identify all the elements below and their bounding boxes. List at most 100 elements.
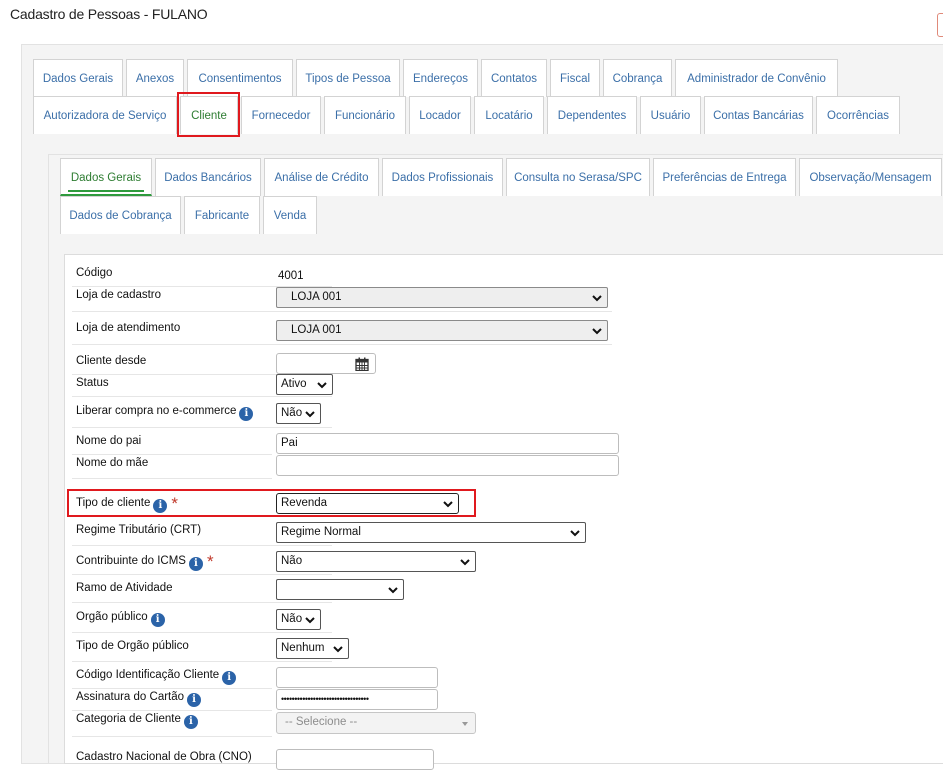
status-select[interactable]: Ativo <box>276 374 333 395</box>
divider <box>72 478 272 479</box>
regime-tributario-select[interactable]: Regime Normal <box>276 522 586 543</box>
loja-cadastro-select[interactable]: LOJA 001 <box>276 287 608 308</box>
divider <box>72 545 332 546</box>
codigo-identificacao-label: Código Identificação Cliente i <box>76 669 237 685</box>
info-icon[interactable]: i <box>183 715 198 729</box>
tab-autorizadora-servico[interactable]: Autorizadora de Serviço <box>33 96 177 134</box>
categoria-cliente-placeholder: -- Selecione -- <box>285 716 358 728</box>
info-icon[interactable]: i <box>222 671 237 685</box>
loja-atendimento-label: Loja de atendimento <box>76 322 181 334</box>
liberar-ecommerce-label: Liberar compra no e-commerce i <box>76 405 254 421</box>
chevron-down-icon <box>388 587 398 594</box>
subtab-venda[interactable]: Venda <box>263 196 317 234</box>
divider <box>72 574 332 575</box>
divider <box>72 736 272 737</box>
required-mark: * <box>171 494 178 513</box>
tab-dados-gerais[interactable]: Dados Gerais <box>33 59 123 97</box>
assinatura-cartao-input[interactable]: ••••••••••••••••••••••••••••••••• <box>276 689 438 710</box>
cno-label: Cadastro Nacional de Obra (CNO) <box>76 751 252 763</box>
info-icon[interactable]: i <box>239 407 254 421</box>
orgao-publico-text: Orgão público <box>76 611 148 623</box>
divider <box>72 454 272 455</box>
chevron-down-icon <box>305 411 315 418</box>
orgao-publico-label: Orgão público i <box>76 611 165 627</box>
categoria-cliente-label: Categoria de Cliente i <box>76 713 198 729</box>
divider <box>72 344 612 345</box>
chevron-down-icon <box>570 530 580 537</box>
tab-usuario[interactable]: Usuário <box>640 96 701 134</box>
tab-tipos-de-pessoa[interactable]: Tipos de Pessoa <box>296 59 400 97</box>
chevron-down-icon <box>333 646 343 653</box>
tab-locatario[interactable]: Locatário <box>474 96 544 134</box>
tab-dependentes[interactable]: Dependentes <box>547 96 637 134</box>
nome-pai-label: Nome do pai <box>76 435 142 447</box>
subtab-dados-cobranca[interactable]: Dados de Cobrança <box>60 196 181 234</box>
page-title: Cadastro de Pessoas - FULANO <box>10 6 208 22</box>
tipo-cliente-label: Tipo de cliente i * <box>76 494 178 514</box>
liberar-ecommerce-text: Liberar compra no e-commerce <box>76 405 237 417</box>
tab-contas-bancarias[interactable]: Contas Bancárias <box>704 96 813 134</box>
subtab-analise-credito[interactable]: Análise de Crédito <box>264 158 379 196</box>
tab-funcionario[interactable]: Funcionário <box>324 96 406 134</box>
chevron-down-icon <box>443 501 453 508</box>
contribuinte-icms-text: Contribuinte do ICMS <box>76 555 186 567</box>
subtab-preferencias-entrega[interactable]: Preferências de Entrega <box>653 158 796 196</box>
tab-locador[interactable]: Locador <box>409 96 471 134</box>
nome-mae-input[interactable] <box>276 455 619 476</box>
divider <box>72 602 332 603</box>
tab-fiscal[interactable]: Fiscal <box>550 59 600 97</box>
liberar-ecommerce-select[interactable]: Não <box>276 403 321 424</box>
divider <box>72 427 332 428</box>
codigo-identificacao-input[interactable] <box>276 667 438 688</box>
info-icon[interactable]: i <box>150 613 165 627</box>
tab-consentimentos[interactable]: Consentimentos <box>187 59 293 97</box>
tipo-orgao-publico-label: Tipo de Orgão público <box>76 640 189 652</box>
tipo-cliente-text: Tipo de cliente <box>76 497 151 509</box>
loja-cadastro-value: LOJA 001 <box>291 291 342 303</box>
tab-anexos[interactable]: Anexos <box>126 59 184 97</box>
tipo-cliente-select[interactable]: Revenda <box>276 493 459 514</box>
categoria-cliente-select[interactable]: -- Selecione -- <box>276 712 476 734</box>
codigo-label: Código <box>76 267 113 279</box>
tab-cliente[interactable]: Cliente <box>180 96 238 134</box>
info-icon[interactable]: i <box>153 499 168 513</box>
loja-atendimento-value: LOJA 001 <box>291 324 342 336</box>
tab-contatos[interactable]: Contatos <box>481 59 547 97</box>
calendar-icon[interactable] <box>355 357 369 371</box>
codigo-identificacao-text: Código Identificação Cliente <box>76 669 220 681</box>
subtab-dados-profissionais[interactable]: Dados Profissionais <box>382 158 503 196</box>
contribuinte-icms-value: Não <box>281 555 303 567</box>
tipo-cliente-value: Revenda <box>281 497 328 509</box>
tab-ocorrencias[interactable]: Ocorrências <box>816 96 900 134</box>
ramo-atividade-label: Ramo de Atividade <box>76 582 173 594</box>
caret-down-icon <box>462 722 468 726</box>
tab-fornecedor[interactable]: Fornecedor <box>241 96 321 134</box>
info-icon[interactable]: i <box>188 557 203 571</box>
subtab-dados-bancarios[interactable]: Dados Bancários <box>155 158 261 196</box>
assinatura-cartao-text: Assinatura do Cartão <box>76 691 185 703</box>
contribuinte-icms-select[interactable]: Não <box>276 551 476 572</box>
tab-cobranca[interactable]: Cobrança <box>603 59 672 97</box>
assinatura-cartao-label: Assinatura do Cartão i <box>76 691 202 707</box>
subtab-observacao-mensagem[interactable]: Observação/Mensagem <box>799 158 942 196</box>
subtab-fabricante[interactable]: Fabricante <box>184 196 260 234</box>
divider <box>72 311 612 312</box>
tab-administrador-convenio[interactable]: Administrador de Convênio <box>675 59 838 97</box>
corner-button[interactable] <box>937 13 943 37</box>
contribuinte-icms-label: Contribuinte do ICMS i * <box>76 552 214 572</box>
tab-enderecos[interactable]: Endereços <box>403 59 478 97</box>
orgao-publico-select[interactable]: Não <box>276 609 321 630</box>
cno-input[interactable] <box>276 749 434 770</box>
orgao-publico-value: Não <box>281 613 303 625</box>
active-subtab-indicator <box>68 190 144 192</box>
subtab-consulta-serasa[interactable]: Consulta no Serasa/SPC <box>506 158 650 196</box>
required-mark: * <box>206 552 214 571</box>
loja-atendimento-select[interactable]: LOJA 001 <box>276 320 608 341</box>
nome-pai-input[interactable]: Pai <box>276 433 619 454</box>
info-icon[interactable]: i <box>187 693 202 707</box>
tipo-orgao-publico-value: Nenhum <box>281 642 325 654</box>
ramo-atividade-select[interactable] <box>276 579 404 600</box>
chevron-down-icon <box>317 382 327 389</box>
tipo-orgao-publico-select[interactable]: Nenhum <box>276 638 349 659</box>
divider <box>72 710 272 711</box>
